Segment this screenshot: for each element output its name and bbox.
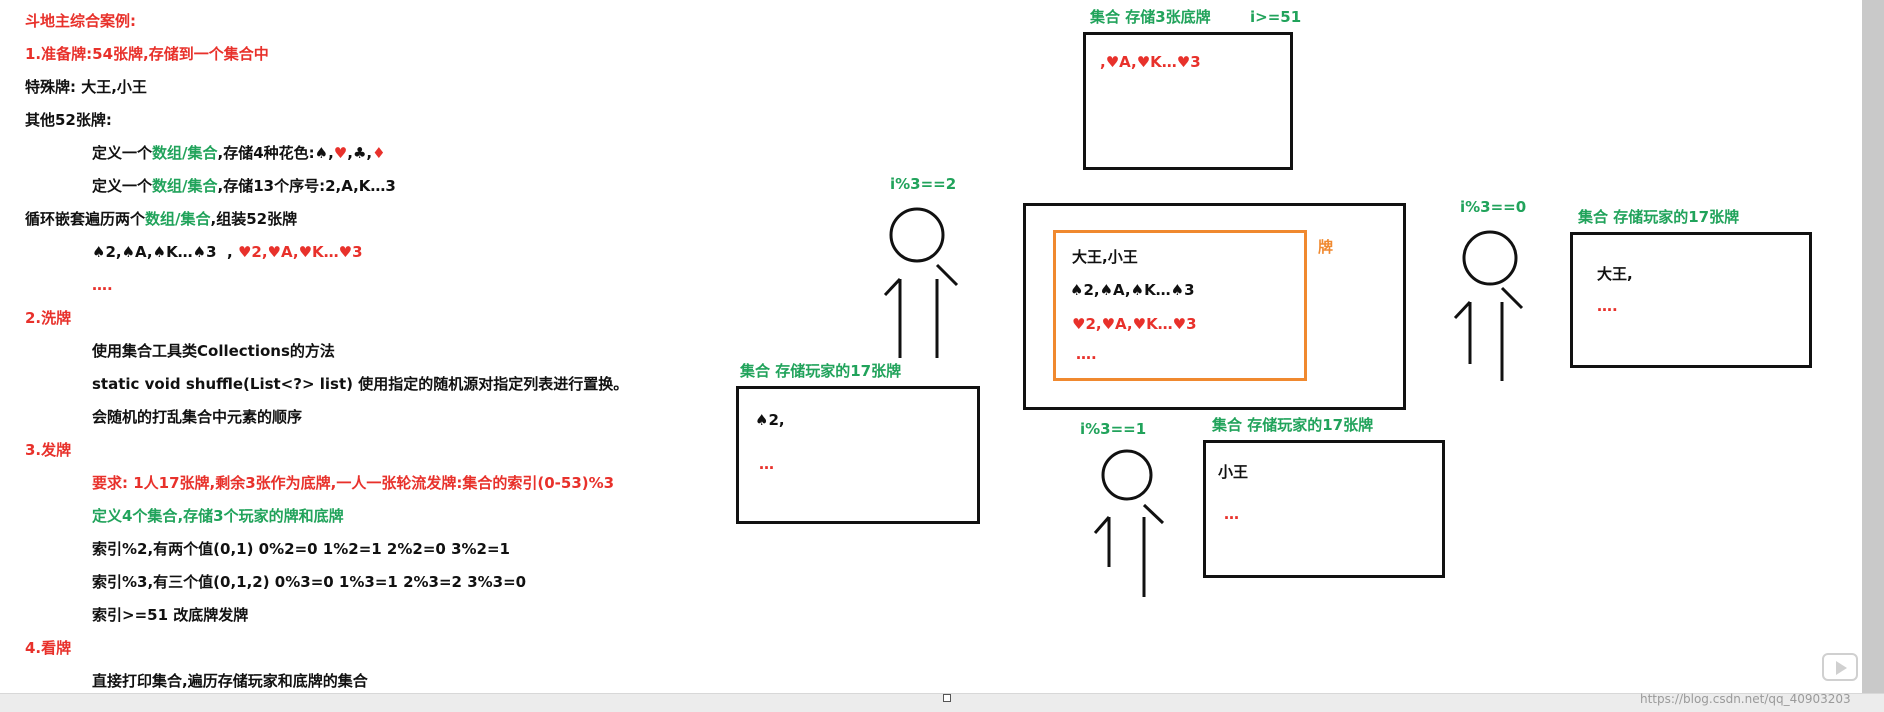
watermark: https://blog.csdn.net/qq_40903203 <box>1640 692 1851 706</box>
index-ge-51: 索引>=51 改底牌发牌 <box>92 606 249 624</box>
left-player-card: ♠2, <box>755 411 785 429</box>
deck-more: …. <box>1076 345 1097 363</box>
define-ranks-text-c: ,存储13个序号:2,A,K…3 <box>217 177 396 195</box>
section-3-heading: 3.发牌 <box>25 441 72 459</box>
define-suits-line: 定义一个数组/集合,存储4种花色:♠,♥,♣,♦ <box>92 144 386 162</box>
bottom-cards-content: ,♥A,♥K…♥3 <box>1100 53 1201 71</box>
left-player-condition: i%3==2 <box>890 175 957 193</box>
bottom-bar <box>0 693 1884 712</box>
spade-icon: ♠ <box>314 144 329 162</box>
club-icon: ♣ <box>352 144 367 162</box>
right-player-more: …. <box>1597 297 1618 315</box>
left-player-box: ♠2, … <box>736 386 980 524</box>
loop-text-b: 数组/集合 <box>145 210 211 228</box>
right-player-condition: i%3==0 <box>1460 198 1527 216</box>
define-ranks-line: 定义一个数组/集合,存储13个序号:2,A,K…3 <box>92 177 396 195</box>
left-player-figure <box>883 207 959 358</box>
deck-label: 牌 <box>1318 238 1334 256</box>
notes-title: 斗地主综合案例: <box>25 12 136 30</box>
resize-handle[interactable] <box>943 694 951 702</box>
define-ranks-text-a: 定义一个 <box>92 177 153 195</box>
section-4-heading: 4.看牌 <box>25 639 72 657</box>
middle-player-more: … <box>1224 505 1239 523</box>
deck-jokers: 大王,小王 <box>1072 248 1138 266</box>
cards-more: …. <box>92 276 113 294</box>
middle-player-set-label: 集合 存储玩家的17张牌 <box>1212 416 1374 434</box>
other-52-line: 其他52张牌: <box>25 111 112 129</box>
play-icon[interactable] <box>1822 648 1862 688</box>
right-player-set-label: 集合 存储玩家的17张牌 <box>1578 208 1740 226</box>
index-mod-3: 索引%3,有三个值(0,1,2) 0%3=0 1%3=1 2%3=2 3%3=0 <box>92 573 527 591</box>
deck-spades: ♠2,♠A,♠K…♠3 <box>1070 281 1195 299</box>
define-suits-text-c: ,存储4种花色: <box>217 144 315 162</box>
middle-player-condition: i%3==1 <box>1080 420 1147 438</box>
scrollbar-track[interactable] <box>1862 0 1884 712</box>
shuffle-line-3: 会随机的打乱集合中元素的顺序 <box>92 408 303 426</box>
diamond-icon: ♦ <box>372 144 386 162</box>
deck-hearts: ♥2,♥A,♥K…♥3 <box>1072 315 1197 333</box>
view-cards-line: 直接打印集合,遍历存储玩家和底牌的集合 <box>92 672 368 690</box>
section-2-heading: 2.洗牌 <box>25 309 72 327</box>
define-ranks-text-b: 数组/集合 <box>152 177 218 195</box>
deck-inner-box: 大王,小王 ♠2,♠A,♠K…♠3 ♥2,♥A,♥K…♥3 …. <box>1053 230 1307 381</box>
define-suits-text-a: 定义一个 <box>92 144 153 162</box>
middle-player-card: 小王 <box>1218 463 1249 481</box>
spade-cards: ♠2,♠A,♠K…♠3 <box>92 243 217 261</box>
index-mod-2: 索引%2,有两个值(0,1) 0%2=0 1%2=1 2%2=0 3%2=1 <box>92 540 510 558</box>
section-1-heading: 1.准备牌:54张牌,存储到一个集合中 <box>25 45 269 63</box>
cards-example-line: ♠2,♠A,♠K…♠3 , ♥2,♥A,♥K…♥3 <box>92 243 363 261</box>
heart-icon: ♥ <box>333 144 348 162</box>
left-player-more: … <box>759 455 774 473</box>
deal-requirement: 要求: 1人17张牌,剩余3张作为底牌,一人一张轮流发牌:集合的索引(0-53)… <box>92 474 615 492</box>
special-cards-line: 特殊牌: 大王,小王 <box>25 78 147 96</box>
deal-define-sets: 定义4个集合,存储3个玩家的牌和底牌 <box>92 507 344 525</box>
middle-player-box: 小王 … <box>1203 440 1445 578</box>
bottom-set-label: 集合 存储3张底牌 <box>1090 8 1211 26</box>
bottom-set-condition: i>=51 <box>1250 8 1302 26</box>
right-player-figure <box>1453 230 1524 381</box>
loop-line: 循环嵌套遍历两个数组/集合,组装52张牌 <box>25 210 297 228</box>
define-suits-text-b: 数组/集合 <box>152 144 218 162</box>
loop-text-c: ,组装52张牌 <box>210 210 298 228</box>
shuffle-line-2: static void shuffle(List<?> list) 使用指定的随… <box>92 375 629 393</box>
right-player-card: 大王, <box>1597 265 1633 283</box>
right-player-box: 大王, …. <box>1570 232 1812 368</box>
heart-cards: ♥2,♥A,♥K…♥3 <box>237 243 363 261</box>
shuffle-line-1: 使用集合工具类Collections的方法 <box>92 342 335 360</box>
bottom-cards-box: ,♥A,♥K…♥3 <box>1083 32 1293 170</box>
middle-player-figure <box>1093 449 1165 597</box>
left-player-set-label: 集合 存储玩家的17张牌 <box>740 362 902 380</box>
loop-text-a: 循环嵌套遍历两个 <box>25 210 146 228</box>
